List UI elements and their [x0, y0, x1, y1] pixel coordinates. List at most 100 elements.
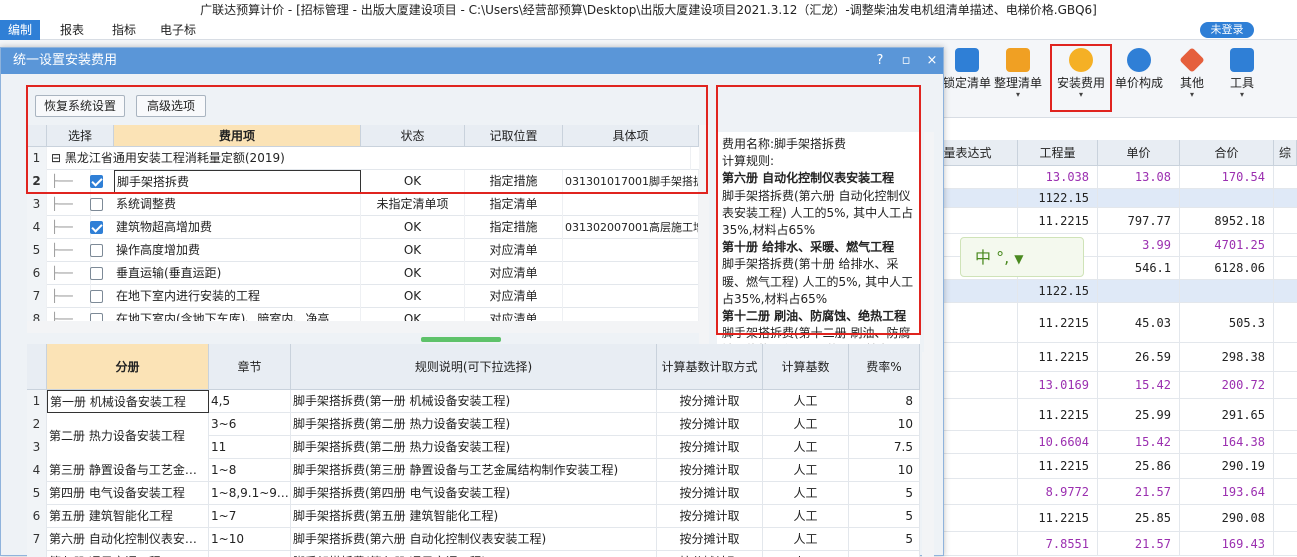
detail-item-cell[interactable]: 031302007001高层施工增	[563, 216, 699, 239]
table-row[interactable]: 151122.15	[918, 280, 1297, 303]
table-row[interactable]: 8.9772 21.57 193.64	[918, 479, 1297, 505]
table-cell[interactable]: 脚手架搭拆费(第四册 电气设备安装工程)	[291, 482, 657, 505]
table-cell[interactable]: 按分摊计取	[657, 551, 763, 557]
menu-index[interactable]: 指标	[104, 20, 144, 40]
select-checkbox[interactable]	[90, 313, 103, 321]
location-cell[interactable]: 对应清单	[465, 239, 563, 262]
col-header-base: 计算基数	[763, 344, 849, 390]
fee-row[interactable]: 6 ├── 垂直运输(垂直运距) OK 对应清单	[27, 262, 699, 285]
fee-row[interactable]: 5 ├── 操作高度增加费 OK 对应清单	[27, 239, 699, 262]
select-checkbox[interactable]	[90, 198, 103, 211]
table-cell: 15.42	[1098, 372, 1180, 398]
select-checkbox[interactable]	[90, 244, 103, 257]
menu-report[interactable]: 报表	[52, 20, 92, 40]
fee-item-name[interactable]: 垂直运输(垂直运距)	[114, 262, 361, 285]
other-button[interactable]: 其他 ▾	[1170, 46, 1214, 112]
table-row[interactable]: 11.2215 45.03 505.3	[918, 303, 1297, 343]
table-row[interactable]: 1 第一册 机械设备安装工程 4,5 脚手架搭拆费(第一册 机械设备安装工程) 按分摊计…	[27, 390, 920, 413]
collapse-icon[interactable]: ⊟	[51, 151, 65, 165]
location-cell[interactable]: 对应清单	[465, 285, 563, 308]
table-row[interactable]: 8第七册 通风空调工程1~14脚手架搭拆费(第七册 通风空调工程)按分摊计取人工…	[27, 551, 920, 557]
rule-table-vscroll[interactable]	[922, 352, 934, 557]
detail-item-cell[interactable]: 031301017001脚手架搭拆	[563, 170, 699, 193]
select-checkbox[interactable]	[90, 221, 103, 234]
col-header: 合价	[1180, 140, 1274, 166]
table-row[interactable]: 6 第五册 建筑智能化工程 1~7 脚手架搭拆费(第五册 建筑智能化工程) 按分摊计取人…	[27, 505, 920, 528]
unit-price-button[interactable]: 单价构成	[1114, 46, 1164, 112]
select-checkbox[interactable]	[90, 290, 103, 303]
table-cell[interactable]: 按分摊计取	[657, 482, 763, 505]
table-row[interactable]: 7.8551 21.57 169.43	[918, 532, 1297, 556]
fee-table-vscroll[interactable]	[699, 125, 709, 357]
tool-button[interactable]: 工具 ▾	[1220, 46, 1264, 112]
maximize-icon[interactable]: ▫	[897, 52, 915, 70]
menu-edit[interactable]: 编制	[0, 20, 41, 40]
close-icon[interactable]: ×	[923, 52, 941, 70]
table-cell[interactable]: 按分摊计取	[657, 528, 763, 551]
fee-row[interactable]: 8 ├── 在地下室内(含地下车库)、暗室内、净高 OK 对应清单	[27, 308, 699, 321]
restore-system-settings-button[interactable]: 恢复系统设置	[35, 95, 125, 117]
fee-table-hscroll[interactable]	[27, 321, 699, 333]
organize-list-button[interactable]: 整理清单 ▾	[992, 46, 1044, 112]
table-cell[interactable]: 脚手架搭拆费(第五册 建筑智能化工程)	[291, 505, 657, 528]
table-cell[interactable]: 按分摊计取	[657, 390, 763, 413]
rule-description-vscroll[interactable]	[924, 132, 934, 381]
table-cell[interactable]: 按分摊计取	[657, 505, 763, 528]
rule-text-line: 计算规则:	[722, 154, 775, 169]
location-cell[interactable]: 对应清单	[465, 308, 563, 321]
location-cell[interactable]: 指定清单	[465, 193, 563, 216]
table-row[interactable]: 11.2215 797.77 8952.18	[918, 208, 1297, 234]
fee-item-name[interactable]: 在地下室内(含地下车库)、暗室内、净高	[114, 308, 361, 321]
row-number: 3	[27, 436, 47, 459]
table-cell[interactable]: 按分摊计取	[657, 459, 763, 482]
table-cell[interactable]: 脚手架搭拆费(第六册 自动化控制仪表安装工程)	[291, 528, 657, 551]
fee-item-name[interactable]: 在地下室内进行安装的工程	[114, 285, 361, 308]
table-cell[interactable]: 脚手架搭拆费(第二册 热力设备安装工程)	[291, 436, 657, 459]
install-fee-button[interactable]: 安装费用 ▾	[1050, 44, 1112, 112]
fee-row[interactable]: 4 ├── 建筑物超高增加费 OK 指定措施 031302007001高层施工增	[27, 216, 699, 239]
table-row[interactable]: 11.2215 25.85 290.08	[918, 505, 1297, 532]
location-cell[interactable]: 对应清单	[465, 262, 563, 285]
detail-item-cell[interactable]	[563, 193, 699, 216]
select-checkbox[interactable]	[90, 267, 103, 280]
table-cell[interactable]: 脚手架搭拆费(第七册 通风空调工程)	[291, 551, 657, 557]
detail-item-cell[interactable]	[563, 285, 699, 308]
table-row[interactable]: 11.2215 26.59 298.38	[918, 343, 1297, 372]
detail-item-cell[interactable]	[563, 262, 699, 285]
table-cell[interactable]: 脚手架搭拆费(第二册 热力设备安装工程)	[291, 413, 657, 436]
fee-item-name[interactable]: 操作高度增加费	[114, 239, 361, 262]
select-checkbox[interactable]	[90, 175, 103, 188]
location-cell[interactable]: 指定措施	[465, 216, 563, 239]
advanced-options-button[interactable]: 高级选项	[136, 95, 206, 117]
help-icon[interactable]: ?	[871, 52, 889, 70]
table-row[interactable]: 2 第二册 热力设备安装工程 3~6 脚手架搭拆费(第二册 热力设备安装工程) 按分摊计…	[27, 413, 920, 459]
fee-row[interactable]: 3 ├── 系统调整费 未指定清单项 指定清单	[27, 193, 699, 216]
fee-row[interactable]: 2 ├── 脚手架搭拆费 OK 指定措施 031301017001脚手架搭拆	[27, 170, 699, 193]
fee-item-name[interactable]: 建筑物超高增加费	[114, 216, 361, 239]
detail-item-cell[interactable]	[563, 308, 699, 321]
table-cell[interactable]: 按分摊计取	[657, 413, 763, 436]
fee-row[interactable]: 7 ├── 在地下室内进行安装的工程 OK 对应清单	[27, 285, 699, 308]
table-row[interactable]: 11.2215 25.99 291.65	[918, 399, 1297, 431]
login-button[interactable]: 未登录	[1200, 22, 1254, 38]
location-cell[interactable]: 指定措施	[465, 170, 563, 193]
fee-item-name[interactable]: 脚手架搭拆费	[114, 170, 361, 193]
menu-e-bid[interactable]: 电子标	[152, 20, 204, 40]
table-row[interactable]: 13.0169 15.42 200.72	[918, 372, 1297, 399]
table-row[interactable]: 10.6604 15.42 164.38	[918, 431, 1297, 454]
table-row[interactable]: 7 第六册 自动化控制仪表安… 1~10 脚手架搭拆费(第六册 自动化控制仪表安装工程…	[27, 528, 920, 551]
table-row[interactable]: 151122.15	[918, 189, 1297, 208]
table-row[interactable]: 11.2215 25.86 290.19	[918, 454, 1297, 479]
table-row[interactable]: 13.038 13.08 170.54	[918, 166, 1297, 189]
table-row[interactable]: 4 第三册 静置设备与工艺金… 1~8 脚手架搭拆费(第三册 静置设备与工艺金属结构制…	[27, 459, 920, 482]
table-row[interactable]: 5 第四册 电气设备安装工程 1~8,9.1~9.… 脚手架搭拆费(第四册 电气设备安…	[27, 482, 920, 505]
fee-item-name[interactable]: 系统调整费	[114, 193, 361, 216]
detail-item-cell[interactable]	[563, 239, 699, 262]
fee-row[interactable]: 1 ⊟ 黑龙江省通用安装工程消耗量定额(2019)	[27, 147, 699, 170]
ime-toolbar[interactable]: 中 °, ▼	[960, 237, 1084, 277]
table-cell[interactable]: 脚手架搭拆费(第一册 机械设备安装工程)	[291, 390, 657, 413]
table-cell[interactable]: 脚手架搭拆费(第三册 静置设备与工艺金属结构制作安装工程)	[291, 459, 657, 482]
lock-list-button[interactable]: 锁定清单	[942, 46, 992, 112]
splitter-handle[interactable]	[421, 337, 501, 342]
table-cell[interactable]: 按分摊计取	[657, 436, 763, 459]
